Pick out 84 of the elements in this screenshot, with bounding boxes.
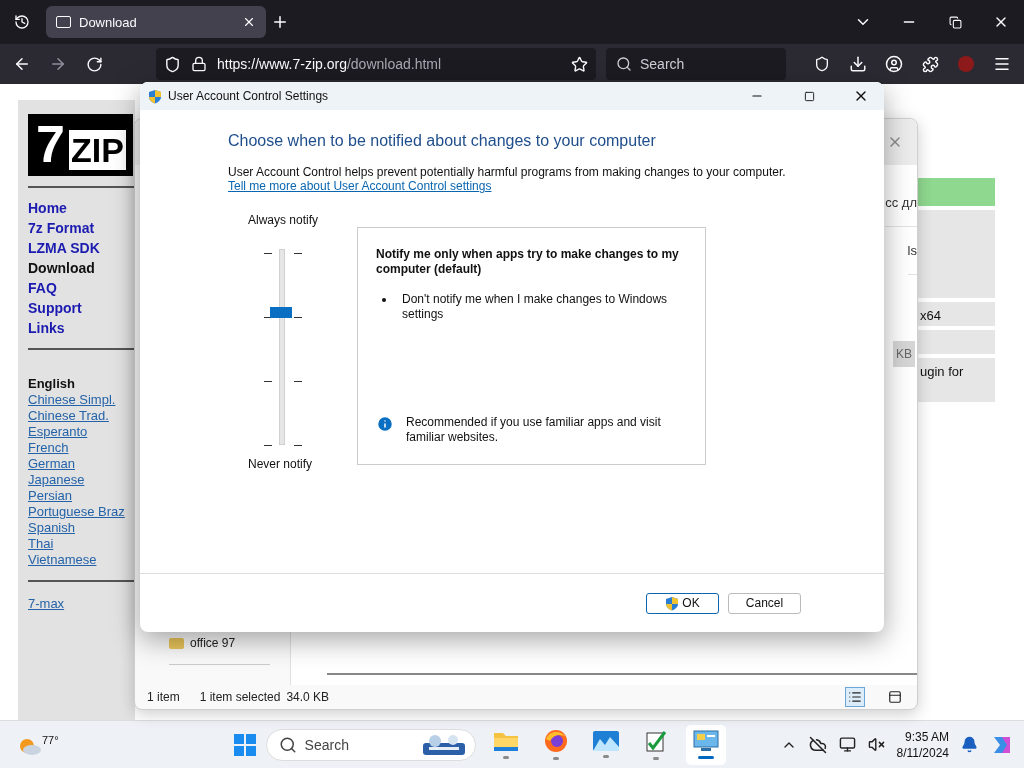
language-link[interactable]: English: [28, 376, 135, 392]
language-link[interactable]: French: [28, 440, 135, 456]
taskbar-app[interactable]: [685, 724, 726, 765]
temperature-text[interactable]: 77°: [42, 733, 59, 746]
menu-icon[interactable]: [993, 55, 1011, 73]
panel-icon: [888, 690, 902, 704]
language-link[interactable]: Thai: [28, 536, 135, 552]
shield-icon: [148, 88, 162, 104]
status-text: 34.0 KB: [286, 690, 330, 704]
taskbar-search-field[interactable]: Search: [265, 728, 476, 761]
page-link[interactable]: 7-max: [28, 596, 135, 612]
language-link[interactable]: Portuguese Braz: [28, 504, 135, 520]
lock-icon: [191, 56, 207, 72]
browser-icon: [543, 729, 568, 753]
bullet-icon: [382, 298, 386, 302]
slider-label: Always notify: [248, 213, 320, 227]
language-link[interactable]: Japanese: [28, 472, 135, 488]
slider-thumb[interactable]: [270, 307, 292, 319]
folder-icon: [492, 730, 519, 752]
window-title: User Account Control Settings: [168, 89, 330, 103]
cancel-button[interactable]: Cancel: [728, 592, 801, 614]
favicon-icon: [56, 16, 71, 28]
control-panel-icon: [692, 730, 719, 752]
shield-icon: [665, 595, 680, 611]
forward-icon[interactable]: [49, 55, 67, 73]
list-icon: [848, 690, 862, 704]
bookmark-star-icon[interactable]: [571, 55, 588, 73]
details-view-button[interactable]: [845, 687, 865, 707]
language-link[interactable]: Vietnamese: [28, 552, 135, 568]
account-icon[interactable]: [885, 55, 903, 73]
help-link[interactable]: Tell me more about User Account Control settings: [228, 179, 492, 193]
back-icon[interactable]: [13, 55, 31, 73]
photos-icon: [592, 731, 619, 751]
setting-title: Notify me only when apps try to make changes to my computer (default): [376, 247, 680, 277]
recommendation-text: Recommended if you use familiar apps and visit familiar websites.: [406, 415, 662, 445]
table-row: ugin for: [918, 358, 995, 402]
cloud-off-icon[interactable]: [808, 735, 827, 754]
reload-icon[interactable]: [85, 55, 103, 73]
bullet-text: Don't notify me when I make changes to Windows settings: [402, 292, 669, 322]
search-field[interactable]: Search: [606, 48, 786, 80]
new-tab-icon[interactable]: [271, 13, 289, 31]
file-text: сс дл: [885, 185, 917, 227]
address-bar[interactable]: https://www.7-zip.org/download.html: [156, 48, 596, 80]
download-icon[interactable]: [849, 55, 867, 73]
nav-link[interactable]: LZMA SDK: [28, 238, 135, 258]
nav-link[interactable]: 7z Format: [28, 218, 135, 238]
restore-icon[interactable]: [948, 15, 962, 29]
folder-icon: [169, 637, 184, 649]
mute-icon[interactable]: [867, 736, 885, 753]
language-link[interactable]: Chinese Trad.: [28, 408, 135, 424]
language-link[interactable]: Persian: [28, 488, 135, 504]
slider-label: Never notify: [248, 457, 314, 471]
start-icon[interactable]: [233, 733, 256, 756]
nav-link[interactable]: Download: [28, 258, 135, 278]
folder-name[interactable]: office 97: [190, 636, 236, 650]
search-icon: [616, 56, 632, 72]
file-text: ls: [907, 233, 917, 275]
language-link[interactable]: Spanish: [28, 520, 135, 536]
size-label: KB: [893, 341, 915, 367]
nav-link[interactable]: Links: [28, 318, 135, 338]
tab-list-icon[interactable]: [14, 14, 30, 30]
close-tab-icon[interactable]: [242, 15, 256, 29]
dialog-heading: Choose when to be notified about changes to your computer: [228, 132, 657, 150]
clock[interactable]: 9:35 AM 8/11/2024: [896, 728, 949, 761]
language-link[interactable]: Chinese Simpl.: [28, 392, 135, 408]
nav-link[interactable]: Support: [28, 298, 135, 318]
notepad-icon: [643, 729, 668, 753]
browser-tab[interactable]: Download: [46, 6, 266, 38]
search-icon: [278, 735, 297, 754]
site-logo: 7 ZIP: [28, 114, 133, 176]
language-link[interactable]: German: [28, 456, 135, 472]
nav-link[interactable]: FAQ: [28, 278, 135, 298]
description-text: User Account Control helps prevent potentially harmful programs from making changes to your computer.: [228, 165, 787, 179]
status-text: 1 item: [147, 690, 180, 704]
table-row: x64: [918, 302, 995, 326]
nav-link[interactable]: Home: [28, 198, 135, 218]
notification-icon[interactable]: [961, 736, 978, 753]
status-text: 1 item selected: [199, 690, 281, 704]
extensions-icon[interactable]: [921, 55, 939, 73]
language-link[interactable]: Esperanto: [28, 424, 135, 440]
maximize-icon[interactable]: [803, 90, 815, 102]
info-icon: [376, 415, 394, 433]
ok-button[interactable]: OK: [646, 592, 719, 614]
shield-icon: [164, 55, 181, 73]
